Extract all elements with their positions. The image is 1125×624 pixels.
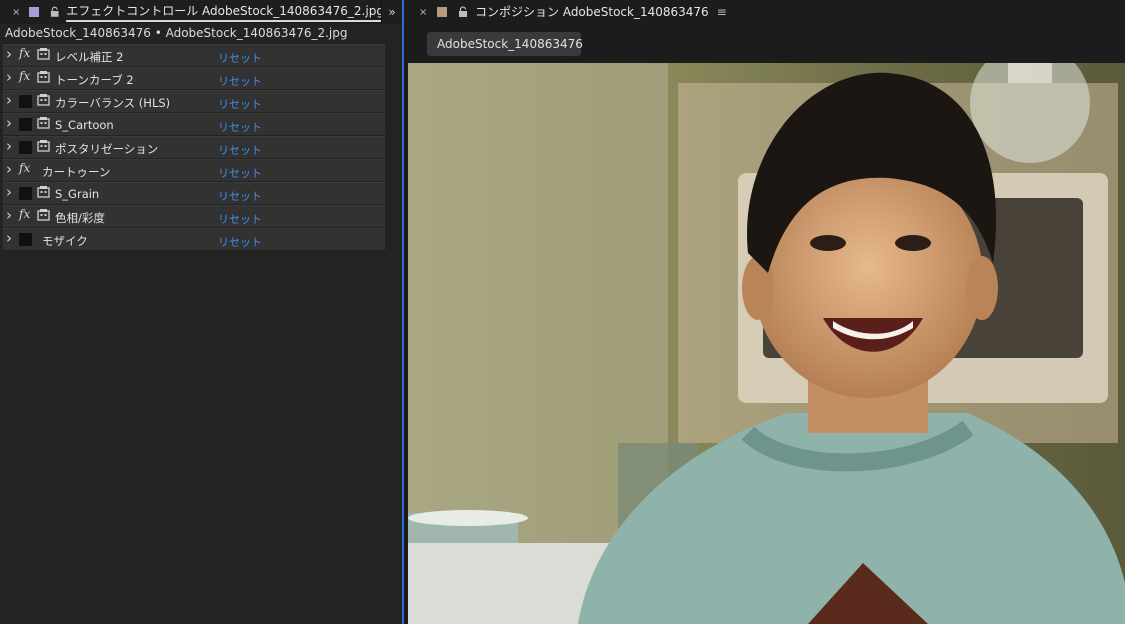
effect-preset-icon bbox=[37, 186, 50, 198]
effect-row[interactable]: › S_Grain リセット bbox=[3, 182, 385, 204]
effect-row[interactable]: › fx トーンカーブ 2 リセット bbox=[3, 67, 385, 89]
close-icon[interactable]: × bbox=[419, 7, 433, 18]
effects-list: › fx レベル補正 2 リセット › fx トーンカーブ 2 リセット › カラーバランス (H… bbox=[3, 44, 385, 251]
reset-link[interactable]: リセット bbox=[218, 96, 262, 112]
lock-icon[interactable] bbox=[457, 6, 469, 18]
effect-row[interactable]: › fx 色相/彩度 リセット bbox=[3, 205, 385, 227]
chevron-right-icon[interactable]: › bbox=[6, 68, 16, 86]
effect-preset-icon bbox=[37, 94, 50, 106]
effect-name: モザイク bbox=[42, 234, 88, 248]
fx-toggle-off-icon[interactable] bbox=[19, 118, 32, 131]
effect-preset-icon bbox=[37, 209, 50, 221]
fx-toggle-icon[interactable]: fx bbox=[19, 69, 33, 85]
effect-row[interactable]: › カラーバランス (HLS) リセット bbox=[3, 90, 385, 112]
label-color-swatch bbox=[437, 7, 447, 17]
effect-name: カラーバランス (HLS) bbox=[55, 96, 171, 110]
effect-name: S_Cartoon bbox=[55, 118, 114, 132]
fx-toggle-off-icon[interactable] bbox=[19, 233, 32, 246]
chevron-right-icon[interactable]: › bbox=[6, 229, 16, 247]
tab-effect-controls[interactable]: エフェクトコントロール AdobeStock_140863476_2.jpg bbox=[66, 2, 384, 22]
reset-link[interactable]: リセット bbox=[218, 50, 262, 66]
effect-name: S_Grain bbox=[55, 187, 100, 201]
composition-name-chip[interactable]: AdobeStock_140863476 bbox=[427, 32, 583, 56]
fx-toggle-icon[interactable]: fx bbox=[19, 161, 33, 177]
tab-composition[interactable]: コンポジション AdobeStock_140863476 bbox=[475, 3, 709, 21]
panel-overflow-chevron-icon[interactable]: » bbox=[381, 0, 402, 24]
effect-row[interactable]: › S_Cartoon リセット bbox=[3, 113, 385, 135]
chevron-right-icon[interactable]: › bbox=[6, 183, 16, 201]
fx-toggle-off-icon[interactable] bbox=[19, 95, 32, 108]
effect-preset-icon bbox=[37, 140, 50, 152]
panel-menu-icon[interactable]: ≡ bbox=[717, 5, 727, 19]
composition-tab-bar: × コンポジション AdobeStock_140863476 ≡ bbox=[405, 0, 1125, 24]
reset-link[interactable]: リセット bbox=[218, 142, 262, 158]
composition-panel: × コンポジション AdobeStock_140863476 ≡ AdobeSt… bbox=[405, 0, 1125, 624]
reset-link[interactable]: リセット bbox=[218, 119, 262, 135]
reset-link[interactable]: リセット bbox=[218, 165, 262, 181]
reset-link[interactable]: リセット bbox=[218, 73, 262, 89]
chevron-right-icon[interactable]: › bbox=[6, 114, 16, 132]
effect-preset-icon bbox=[37, 48, 50, 60]
effect-name: ポスタリゼーション bbox=[55, 142, 159, 156]
effect-row[interactable]: › ポスタリゼーション リセット bbox=[3, 136, 385, 158]
fx-toggle-off-icon[interactable] bbox=[19, 141, 32, 154]
effect-name: トーンカーブ 2 bbox=[55, 73, 134, 87]
app-root: × エフェクトコントロール AdobeStock_140863476_2.jpg… bbox=[0, 0, 1125, 624]
effect-preset-icon bbox=[37, 71, 50, 83]
chevron-right-icon[interactable]: › bbox=[6, 137, 16, 155]
chevron-right-icon[interactable]: › bbox=[6, 206, 16, 224]
fx-toggle-icon[interactable]: fx bbox=[19, 46, 33, 62]
effect-row[interactable]: › モザイク リセット bbox=[3, 228, 385, 250]
chevron-right-icon[interactable]: › bbox=[6, 91, 16, 109]
effect-controls-panel: × エフェクトコントロール AdobeStock_140863476_2.jpg… bbox=[0, 0, 404, 624]
fx-toggle-icon[interactable]: fx bbox=[19, 207, 33, 223]
viewer-image bbox=[408, 63, 1125, 624]
chevron-right-icon[interactable]: › bbox=[6, 45, 16, 63]
effect-row[interactable]: › fx レベル補正 2 リセット bbox=[3, 44, 385, 66]
effect-preset-icon bbox=[37, 117, 50, 129]
lock-icon[interactable] bbox=[49, 6, 60, 18]
effect-name: レベル補正 2 bbox=[55, 50, 124, 64]
reset-link[interactable]: リセット bbox=[218, 211, 262, 227]
effect-controls-tab-bar: × エフェクトコントロール AdobeStock_140863476_2.jpg… bbox=[0, 0, 402, 24]
layer-path-title: AdobeStock_140863476 • AdobeStock_140863… bbox=[5, 26, 348, 40]
effect-name: カートゥーン bbox=[42, 165, 111, 179]
reset-link[interactable]: リセット bbox=[218, 188, 262, 204]
composition-viewer[interactable] bbox=[408, 63, 1125, 624]
close-icon[interactable]: × bbox=[12, 7, 25, 18]
effect-name: 色相/彩度 bbox=[55, 211, 105, 225]
reset-link[interactable]: リセット bbox=[218, 234, 262, 250]
fx-toggle-off-icon[interactable] bbox=[19, 187, 32, 200]
effect-row[interactable]: › fx カートゥーン リセット bbox=[3, 159, 385, 181]
label-color-swatch bbox=[29, 7, 39, 17]
chevron-right-icon[interactable]: › bbox=[6, 160, 16, 178]
